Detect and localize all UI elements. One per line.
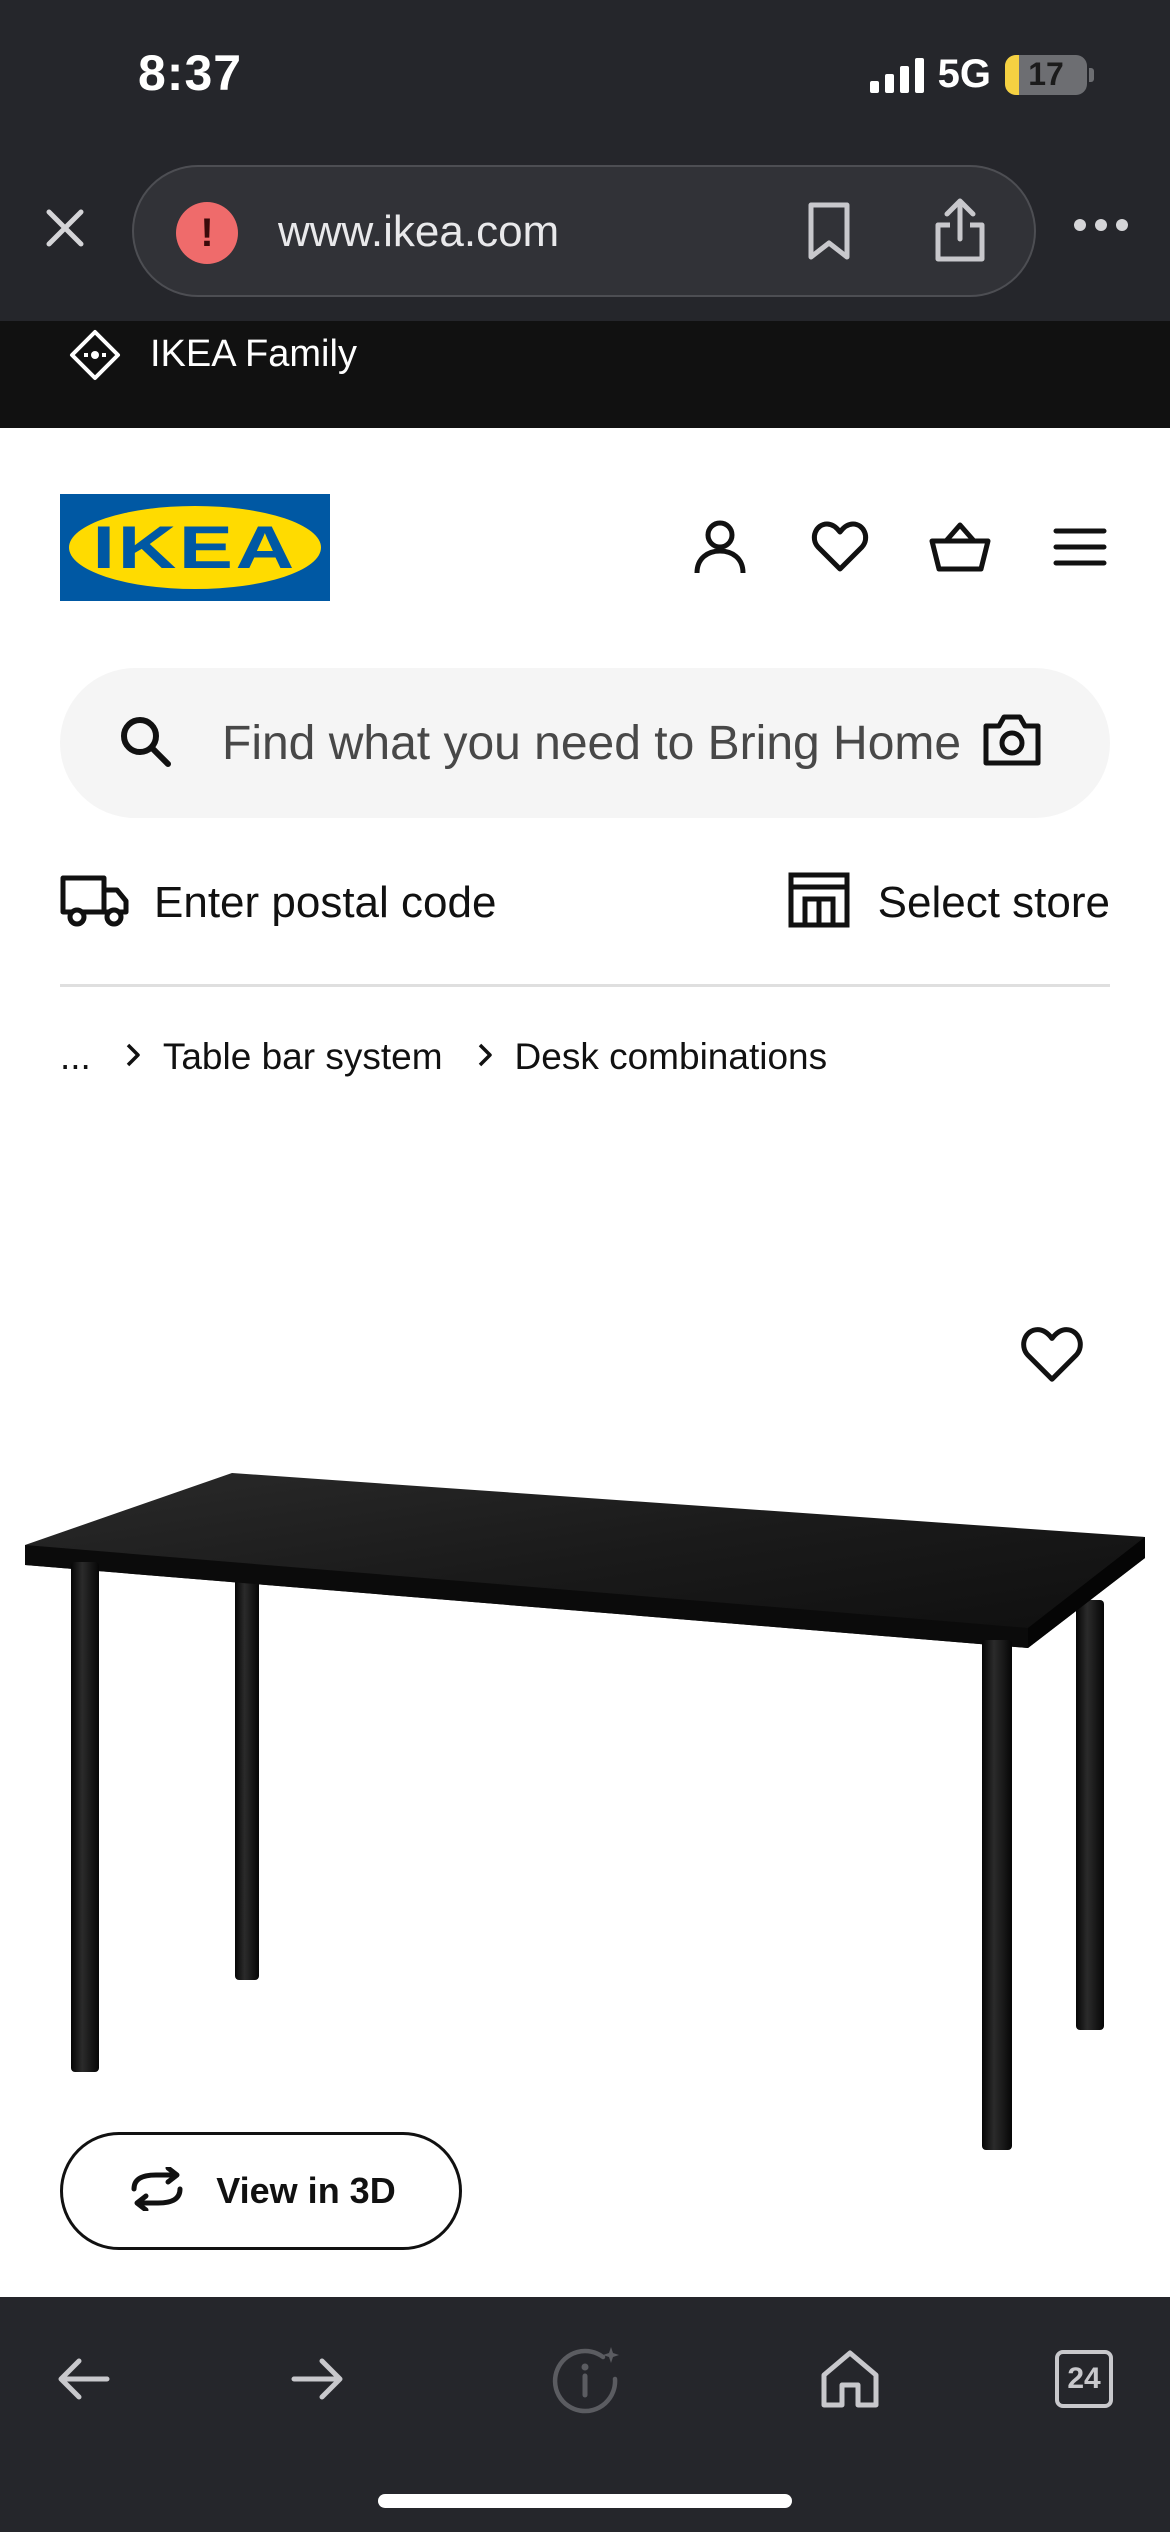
forward-arrow-icon[interactable] [268, 2329, 368, 2429]
desk-leg [235, 1570, 259, 1980]
store-icon [788, 872, 850, 933]
heart-icon[interactable] [808, 515, 872, 579]
ikea-logo[interactable]: IKEA [60, 494, 330, 601]
battery-tip [1089, 67, 1094, 82]
view-in-3d-label[interactable]: View in 3D [216, 2170, 395, 2212]
address-bar[interactable]: ! www.ikea.com [132, 165, 1036, 297]
bookmark-icon[interactable] [804, 201, 854, 268]
tabs-button[interactable]: 24 [1034, 2329, 1134, 2429]
logo-text: IKEA [92, 514, 298, 581]
network-type: 5G [937, 52, 991, 96]
breadcrumb-item[interactable]: Desk combinations [515, 1036, 828, 1078]
basket-icon[interactable] [928, 515, 992, 579]
warning-icon[interactable]: ! [176, 202, 238, 264]
ikea-family-link[interactable]: IKEA Family [150, 333, 357, 376]
camera-icon[interactable] [982, 712, 1042, 773]
breadcrumb-item[interactable]: Table bar system [163, 1036, 443, 1078]
add-to-favorites-heart-icon[interactable] [1020, 1326, 1084, 1386]
url-text[interactable]: www.ikea.com [278, 207, 559, 257]
account-icon[interactable] [688, 515, 752, 579]
desk-leg [982, 1640, 1012, 2150]
share-icon[interactable] [932, 195, 988, 270]
back-arrow-icon[interactable] [33, 2329, 133, 2429]
product-image-desk[interactable] [0, 1440, 1170, 2220]
postal-code-button[interactable]: Enter postal code [60, 872, 496, 933]
search-bar[interactable] [60, 668, 1110, 818]
search-input[interactable] [222, 703, 1002, 783]
select-store-button[interactable]: Select store [788, 872, 1110, 933]
divider [60, 984, 1110, 987]
info-sparkle-icon[interactable] [537, 2329, 637, 2429]
search-icon[interactable] [116, 712, 174, 775]
status-bar: 8:37 5G 17 [0, 0, 1170, 155]
battery-icon: 17 [1005, 54, 1087, 95]
select-store-label[interactable]: Select store [878, 878, 1110, 928]
truck-icon [60, 872, 130, 933]
view-in-3d-button[interactable]: View in 3D [60, 2132, 462, 2250]
home-icon[interactable] [800, 2329, 900, 2429]
breadcrumb: ... Table bar system Desk combinations [60, 1036, 827, 1078]
close-icon[interactable] [40, 203, 90, 253]
status-time: 8:37 [138, 45, 243, 101]
logo-ellipse: IKEA [69, 506, 321, 589]
browser-toolbar: ! www.ikea.com [0, 155, 1170, 321]
browser-bottom-bar: 24 [0, 2297, 1170, 2532]
rotate-3d-icon [126, 2165, 188, 2216]
chevron-right-icon [477, 1038, 493, 1077]
desk-leg [1076, 1600, 1104, 2030]
chevron-right-icon [125, 1038, 141, 1077]
battery-level: 17 [1028, 56, 1064, 92]
desk-leg [71, 1562, 99, 2072]
status-indicators: 5G 17 [869, 52, 1094, 97]
cellular-signal-icon [869, 57, 924, 93]
tabs-count-icon[interactable]: 24 [1055, 2350, 1113, 2408]
tag-icon [68, 328, 122, 387]
menu-icon[interactable] [1048, 515, 1112, 579]
breadcrumb-ellipsis[interactable]: ... [60, 1036, 91, 1078]
postal-code-label[interactable]: Enter postal code [154, 878, 496, 928]
ikea-family-strip[interactable]: IKEA Family [0, 321, 1170, 428]
home-indicator [378, 2494, 792, 2508]
more-dots-icon[interactable] [1074, 219, 1128, 231]
